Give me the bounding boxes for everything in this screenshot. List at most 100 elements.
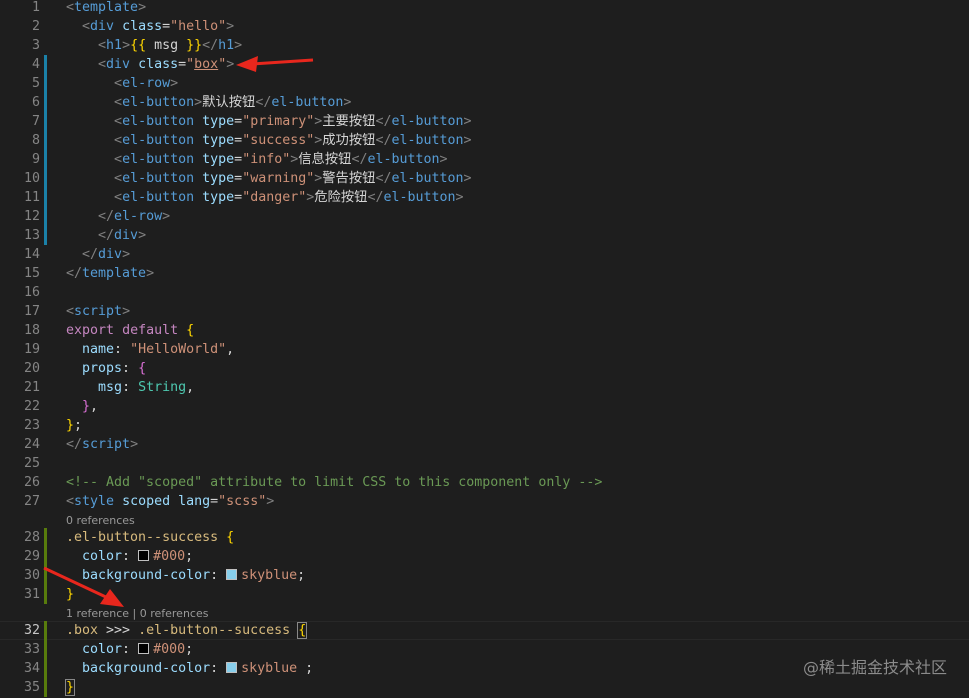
- line-number: 2: [31, 19, 40, 34]
- code-line[interactable]: 26 <!-- Add "scoped" attribute to limit C…: [0, 473, 969, 492]
- added-line-marker[interactable]: [44, 640, 47, 659]
- line-code: color: #000;: [66, 640, 193, 659]
- modified-line-marker[interactable]: [44, 55, 47, 74]
- code-editor[interactable]: 1 <template> 2 <div class="hello"> 3 <h1>{{…: [0, 0, 969, 698]
- code-line[interactable]: 35}: [0, 678, 969, 697]
- modified-line-marker[interactable]: [44, 93, 47, 112]
- code-line[interactable]: 18 export default {: [0, 321, 969, 340]
- code-line[interactable]: 13 </div>: [0, 226, 969, 245]
- line-code: },: [66, 397, 98, 416]
- code-token: scoped: [122, 494, 171, 509]
- added-line-marker[interactable]: [44, 678, 47, 697]
- line-code: <el-button type="warning">警告按钮</el-butto…: [66, 169, 472, 188]
- modified-line-marker[interactable]: [44, 169, 47, 188]
- added-line-marker[interactable]: [44, 585, 47, 604]
- code-token: "warning": [242, 171, 315, 186]
- code-token: el-button: [271, 95, 344, 110]
- modified-line-marker[interactable]: [44, 74, 47, 93]
- code-token: box: [194, 57, 219, 72]
- code-line[interactable]: 32 .box >>> .el-button--success {: [0, 621, 969, 640]
- modified-line-marker[interactable]: [44, 207, 47, 226]
- code-line[interactable]: 24 </script>: [0, 435, 969, 454]
- added-line-marker[interactable]: [44, 566, 47, 585]
- code-token: type: [202, 190, 235, 205]
- color-swatch-icon[interactable]: [226, 569, 238, 580]
- code-line[interactable]: 16: [0, 283, 969, 302]
- code-line[interactable]: 10 <el-button type="warning">警告按钮</el-bu…: [0, 169, 969, 188]
- code-line[interactable]: 20 props: {: [0, 359, 969, 378]
- code-line[interactable]: 8 <el-button type="success">成功按钮</el-but…: [0, 131, 969, 150]
- modified-line-marker[interactable]: [44, 188, 47, 207]
- modified-line-marker[interactable]: [44, 150, 47, 169]
- code-token: <: [66, 0, 75, 15]
- code-token: el-row: [114, 209, 163, 224]
- color-swatch-icon[interactable]: [226, 662, 238, 673]
- modified-line-marker[interactable]: [44, 226, 47, 245]
- code-token: </: [351, 152, 368, 167]
- code-line[interactable]: 11 <el-button type="danger">危险按钮</el-but…: [0, 188, 969, 207]
- code-token: >: [266, 494, 275, 509]
- code-line[interactable]: 22 },: [0, 397, 969, 416]
- code-token: </: [367, 190, 384, 205]
- line-number: 14: [23, 247, 40, 262]
- line-code: msg: String,: [66, 378, 194, 397]
- code-line[interactable]: 5 <el-row>: [0, 74, 969, 93]
- code-line[interactable]: 7 <el-button type="primary">主要按钮</el-but…: [0, 112, 969, 131]
- color-swatch-icon[interactable]: [138, 643, 150, 654]
- code-line[interactable]: 30 background-color: skyblue;: [0, 566, 969, 585]
- line-code: <style scoped lang="scss">: [66, 492, 274, 511]
- code-token: <: [82, 19, 91, 34]
- modified-line-marker[interactable]: [44, 131, 47, 150]
- line-code: background-color: skyblue ;: [66, 659, 313, 678]
- line-number: 29: [23, 549, 40, 564]
- code-line[interactable]: 17 <script>: [0, 302, 969, 321]
- code-token: :: [210, 568, 227, 583]
- code-line[interactable]: 2 <div class="hello">: [0, 17, 969, 36]
- code-token: 主要按钮: [322, 114, 376, 129]
- code-line[interactable]: 25: [0, 454, 969, 473]
- code-line[interactable]: 28 .el-button--success {: [0, 528, 969, 547]
- code-line[interactable]: 31}: [0, 585, 969, 604]
- added-line-marker[interactable]: [44, 528, 47, 547]
- modified-line-marker[interactable]: [44, 112, 47, 131]
- code-token: {: [138, 361, 147, 376]
- code-token: 警告按钮: [322, 171, 376, 186]
- code-token: 信息按钮: [298, 152, 352, 167]
- line-number: 24: [23, 437, 40, 452]
- code-line[interactable]: 6 <el-button>默认按钮</el-button>: [0, 93, 969, 112]
- added-line-marker[interactable]: [44, 547, 47, 566]
- line-number: 22: [23, 399, 40, 414]
- code-token: {: [186, 323, 195, 338]
- code-line[interactable]: 21 msg: String,: [0, 378, 969, 397]
- code-token: >: [463, 171, 472, 186]
- code-line[interactable]: 14 </div>: [0, 245, 969, 264]
- code-line[interactable]: 19 name: "HelloWorld",: [0, 340, 969, 359]
- line-number: 26: [23, 475, 40, 490]
- code-line[interactable]: 15 </template>: [0, 264, 969, 283]
- code-line[interactable]: 4 <div class="box">: [0, 55, 969, 74]
- code-token: .el-button--success: [66, 530, 219, 545]
- code-token: type: [202, 114, 235, 129]
- added-line-marker[interactable]: [44, 621, 47, 640]
- line-number: 31: [23, 587, 40, 602]
- code-line[interactable]: 23};: [0, 416, 969, 435]
- code-line[interactable]: 3 <h1>{{ msg }}</h1>: [0, 36, 969, 55]
- code-line[interactable]: 1 <template>: [0, 0, 969, 17]
- code-line[interactable]: 27 <style scoped lang="scss">: [0, 492, 969, 511]
- code-token: #000: [153, 642, 186, 657]
- code-line[interactable]: 29 color: #000;: [0, 547, 969, 566]
- added-line-marker[interactable]: [44, 659, 47, 678]
- code-line[interactable]: 12 </el-row>: [0, 207, 969, 226]
- code-token: <: [114, 133, 123, 148]
- code-token: ": [186, 57, 195, 72]
- color-swatch-icon[interactable]: [138, 550, 150, 561]
- line-number: 12: [23, 209, 40, 224]
- code-line[interactable]: 9 <el-button type="info">信息按钮</el-button…: [0, 150, 969, 169]
- code-token: {: [226, 530, 235, 545]
- code-token: 危险按钮: [314, 190, 368, 205]
